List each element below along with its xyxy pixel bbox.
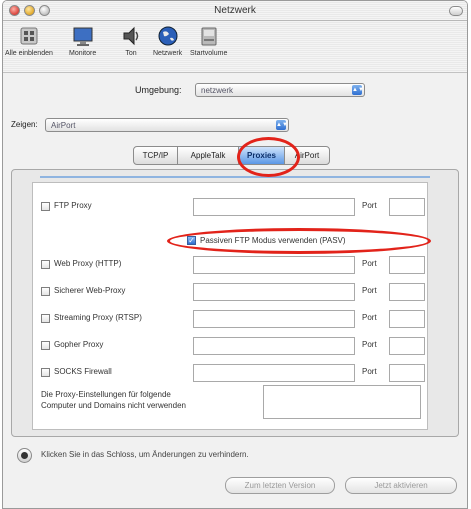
toolbar-item-label: Netzwerk — [153, 50, 183, 57]
bypass-hosts-field[interactable] — [263, 385, 421, 419]
gopher-proxy-checkbox[interactable] — [41, 341, 50, 350]
show-label: Zeigen: — [11, 120, 38, 129]
speaker-icon — [123, 26, 139, 46]
gopher-proxy-label: Gopher Proxy — [54, 340, 104, 349]
panel-divider — [40, 176, 430, 178]
secure-web-proxy-label: Sicherer Web-Proxy — [54, 286, 126, 295]
revert-button[interactable]: Zum letzten Version — [225, 477, 335, 494]
ftp-proxy-address-field[interactable] — [193, 198, 355, 216]
gopher-proxy-port-field[interactable] — [389, 337, 425, 355]
toolbar-item-network[interactable]: Netzwerk — [153, 25, 182, 57]
toolbar-toggle-button[interactable] — [449, 6, 463, 16]
port-label: Port — [362, 201, 377, 210]
network-preferences-window: Netzwerk Alle einblenden Monitore Ton Ne… — [2, 0, 468, 509]
tab-tcpip[interactable]: TCP/IP — [133, 146, 178, 165]
location-label: Umgebung: — [135, 85, 182, 95]
title-bar: Netzwerk — [3, 1, 467, 21]
socks-firewall-address-field[interactable] — [193, 364, 355, 382]
ftp-proxy-row: FTP Proxy Port — [33, 197, 427, 219]
socks-firewall-label: SOCKS Firewall — [54, 367, 112, 376]
tab-appletalk[interactable]: AppleTalk — [177, 146, 239, 165]
bypass-label-line1: Die Proxy-Einstellungen für folgende — [41, 390, 171, 399]
toolbar-item-startup-disk[interactable]: Startvolume — [190, 25, 227, 57]
web-proxy-label: Web Proxy (HTTP) — [54, 259, 122, 268]
port-label: Port — [362, 313, 377, 322]
secure-web-proxy-address-field[interactable] — [193, 283, 355, 301]
port-label: Port — [362, 259, 377, 268]
proxies-settings-box: FTP Proxy Port ✓ Passiven FTP Modus verw… — [32, 182, 428, 430]
show-value: AirPort — [51, 121, 76, 130]
lock-hint-text: Klicken Sie in das Schloss, um Änderunge… — [41, 450, 249, 459]
ftp-proxy-port-field[interactable] — [389, 198, 425, 216]
web-proxy-address-field[interactable] — [193, 256, 355, 274]
streaming-proxy-row: Streaming Proxy (RTSP) Port — [33, 309, 427, 331]
annotation-circle-proxies-tab — [237, 137, 300, 177]
toolbar: Alle einblenden Monitore Ton Netzwerk St… — [3, 21, 467, 73]
socks-firewall-port-field[interactable] — [389, 364, 425, 382]
apply-now-button[interactable]: Jetzt aktivieren — [345, 477, 457, 494]
location-value: netzwerk — [201, 86, 234, 95]
toolbar-item-label: Startvolume — [190, 50, 228, 57]
popup-arrows-icon: ▲▼ — [276, 120, 288, 130]
secure-web-proxy-checkbox[interactable] — [41, 287, 50, 296]
toolbar-item-show-all[interactable]: Alle einblenden — [5, 25, 53, 57]
lock-icon[interactable] — [17, 448, 32, 463]
grid-icon — [20, 27, 38, 45]
proxies-panel: FTP Proxy Port ✓ Passiven FTP Modus verw… — [11, 169, 459, 437]
streaming-proxy-address-field[interactable] — [193, 310, 355, 328]
location-popup[interactable]: netzwerk ▲▼ — [195, 83, 365, 97]
ftp-proxy-checkbox[interactable] — [41, 202, 50, 211]
gopher-proxy-row: Gopher Proxy Port — [33, 336, 427, 358]
port-label: Port — [362, 286, 377, 295]
secure-web-proxy-row: Sicherer Web-Proxy Port — [33, 282, 427, 304]
streaming-proxy-port-field[interactable] — [389, 310, 425, 328]
streaming-proxy-label: Streaming Proxy (RTSP) — [54, 313, 142, 322]
show-popup[interactable]: AirPort ▲▼ — [45, 118, 289, 132]
window-title: Netzwerk — [214, 5, 256, 16]
toolbar-item-displays[interactable]: Monitore — [69, 25, 96, 57]
web-proxy-port-field[interactable] — [389, 256, 425, 274]
socks-firewall-row: SOCKS Firewall Port — [33, 363, 427, 385]
toolbar-item-label: Monitore — [69, 50, 97, 57]
socks-firewall-checkbox[interactable] — [41, 368, 50, 377]
popup-arrows-icon: ▲▼ — [352, 85, 364, 95]
toolbar-item-label: Ton — [125, 50, 137, 57]
bypass-label-line2: Computer und Domains nicht verwenden — [41, 401, 186, 410]
gopher-proxy-address-field[interactable] — [193, 337, 355, 355]
web-proxy-row: Web Proxy (HTTP) Port — [33, 255, 427, 277]
bypass-proxies-label: Die Proxy-Einstellungen für folgende Com… — [41, 389, 186, 411]
toolbar-item-sound[interactable]: Ton — [120, 25, 142, 57]
secure-web-proxy-port-field[interactable] — [389, 283, 425, 301]
annotation-ellipse-web-proxy-field — [167, 228, 431, 254]
globe-icon — [158, 26, 178, 46]
streaming-proxy-checkbox[interactable] — [41, 314, 50, 323]
disk-icon — [201, 27, 217, 46]
ftp-proxy-label: FTP Proxy — [54, 201, 92, 210]
toolbar-item-label: Alle einblenden — [5, 50, 53, 57]
monitor-icon — [73, 27, 93, 46]
port-label: Port — [362, 340, 377, 349]
port-label: Port — [362, 367, 377, 376]
web-proxy-checkbox[interactable] — [41, 260, 50, 269]
